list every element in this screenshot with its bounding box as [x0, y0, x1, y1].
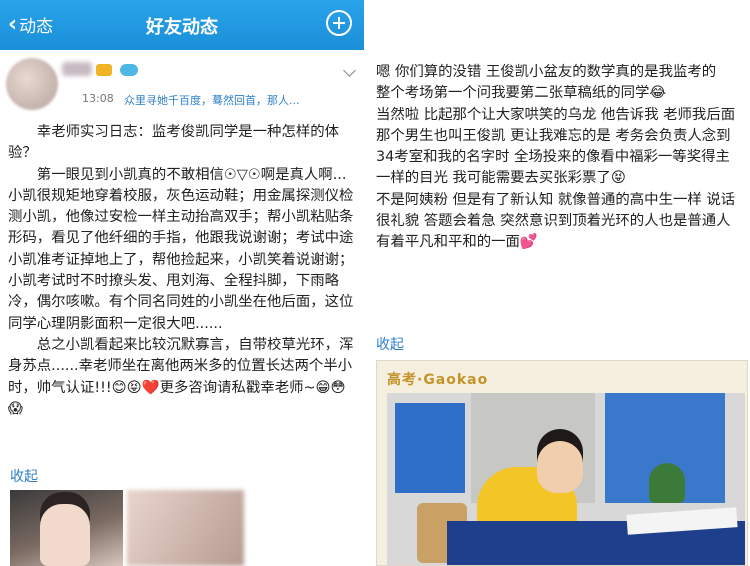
vip-badge-icon	[96, 64, 112, 76]
chevron-down-icon[interactable]	[343, 64, 356, 77]
add-icon[interactable]	[326, 10, 352, 36]
post-signature[interactable]: 众里寻她千百度，蓦然回首，那人...	[124, 92, 300, 108]
photo-card[interactable]: 高考·Gaokao	[376, 360, 748, 566]
divider	[364, 0, 374, 566]
post-body: 幸老师实习日志：监考俊凯同学是一种怎样的体验？ 第一眼见到小凯真的不敢相信☉▽☉…	[8, 122, 356, 420]
post-paragraph: 幸老师实习日志：监考俊凯同学是一种怎样的体验？	[8, 124, 340, 162]
photo-thumbnail[interactable]	[10, 490, 123, 566]
comment-paragraph: 不是阿姨粉 但是有了新认知 就像普通的高中生一样 说话很礼貌 答题会着急 突然意…	[376, 191, 736, 251]
photo-strip	[10, 490, 354, 566]
page-title: 好友动态	[146, 17, 218, 38]
collapse-link[interactable]: 收起	[10, 466, 38, 486]
comment-paragraph: 嗯 你们算的没错 王俊凯小盆友的数学真的是我监考的	[376, 64, 717, 80]
plant	[649, 463, 685, 503]
post-meta: 13:08 众里寻她千百度，蓦然回首，那人...	[0, 52, 364, 114]
level-badge-icon	[120, 64, 138, 76]
right-panel: 嗯 你们算的没错 王俊凯小盆友的数学真的是我监考的 整个考场第一个问我要第二张草…	[374, 0, 750, 566]
comment-body: 嗯 你们算的没错 王俊凯小盆友的数学真的是我监考的 整个考场第一个问我要第二张草…	[376, 62, 744, 254]
window	[395, 403, 465, 493]
left-panel: ‹ 动态 好友动态 13:08 众里寻她千百度，蓦然回首，那人... 幸老师实习…	[0, 0, 364, 566]
comment-paragraph: 整个考场第一个问我要第二张草稿纸的同学😂	[376, 85, 667, 102]
student-head	[537, 441, 583, 493]
avatar[interactable]	[6, 58, 58, 110]
photo-caption: 高考·Gaokao	[387, 372, 489, 388]
collapse-link[interactable]: 收起	[376, 334, 404, 354]
post-paragraph: 第一眼见到小凯真的不敢相信☉▽☉啊是真人啊...小凯很规矩地穿着校服，灰色运动鞋…	[8, 166, 354, 332]
post-time: 13:08	[82, 92, 114, 105]
photo-thumbnail[interactable]	[127, 490, 244, 566]
comment-paragraph: 当然啦 比起那个让大家哄笑的乌龙 他告诉我 老师我后面那个男生也叫王俊凯 更让我…	[376, 106, 736, 187]
exam-photo	[387, 393, 745, 565]
blurred-username	[62, 62, 92, 76]
post-paragraph: 总之小凯看起来比较沉默寡言，自带校草光环，浑身苏点......幸老师坐在离他两米…	[8, 336, 354, 417]
header-bar: ‹ 动态 好友动态	[0, 0, 364, 50]
